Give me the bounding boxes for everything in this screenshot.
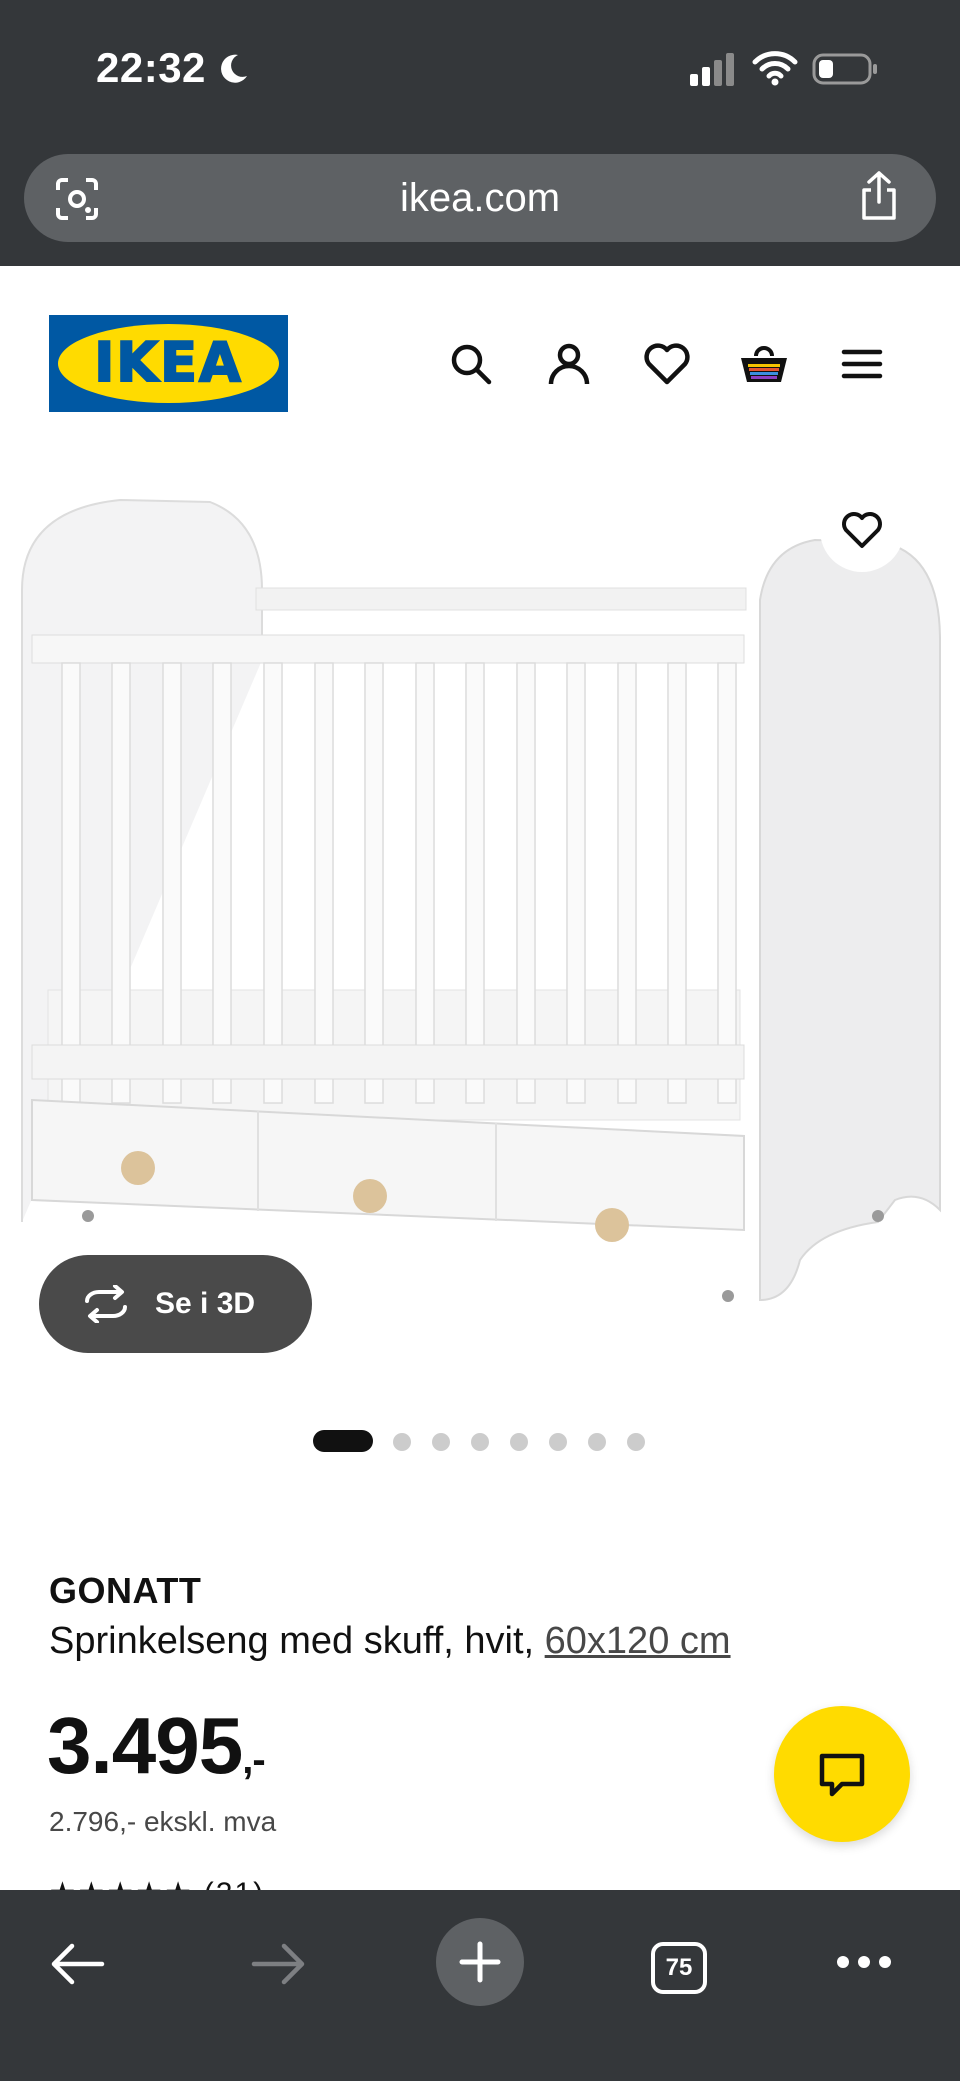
rotate-3d-icon xyxy=(85,1285,127,1323)
carousel-dot[interactable] xyxy=(588,1433,606,1451)
carousel-dot[interactable] xyxy=(627,1433,645,1451)
view-3d-button[interactable]: Se i 3D xyxy=(39,1255,312,1353)
product-image[interactable] xyxy=(0,430,960,1330)
menu-icon[interactable] xyxy=(836,338,888,390)
product-size-link[interactable]: 60x120 cm xyxy=(545,1620,731,1662)
tab-switcher-button[interactable]: 75 xyxy=(651,1942,707,1994)
more-icon[interactable] xyxy=(835,1952,893,1972)
page: 22:32 ikea.com IKEA Se i 3D GONATT Sprin… xyxy=(0,0,960,2081)
logo-text: IKEA xyxy=(93,331,243,395)
url-bar[interactable]: ikea.com xyxy=(24,154,936,242)
status-time: 22:32 xyxy=(96,44,206,91)
back-arrow-icon[interactable] xyxy=(48,1942,106,1986)
battery-icon xyxy=(812,53,877,85)
carousel-dot[interactable] xyxy=(313,1430,373,1452)
product-description-text: Sprinkelseng med skuff, hvit, xyxy=(49,1620,545,1662)
plus-icon xyxy=(459,1941,501,1983)
signal-icon xyxy=(690,53,734,86)
search-icon[interactable] xyxy=(445,338,497,390)
carousel-dot[interactable] xyxy=(393,1433,411,1451)
product-description: Sprinkelseng med skuff, hvit, 60x120 cm xyxy=(49,1620,731,1663)
url-text[interactable]: ikea.com xyxy=(24,176,936,221)
wifi-icon xyxy=(752,51,798,86)
price-ex-vat: 2.796,- ekskl. mva xyxy=(49,1806,277,1837)
share-icon[interactable] xyxy=(856,170,902,222)
price-decimal: ,- xyxy=(242,1738,265,1782)
moon-icon xyxy=(221,54,247,83)
forward-arrow-icon[interactable] xyxy=(250,1942,308,1986)
favorite-button[interactable] xyxy=(820,488,904,572)
browser-bottom-toolbar: 75 xyxy=(0,1890,960,2081)
carousel-dot[interactable] xyxy=(510,1433,528,1451)
view-3d-label: Se i 3D xyxy=(155,1287,256,1320)
heart-icon[interactable] xyxy=(641,338,693,390)
product-price: 3.495,- xyxy=(47,1700,266,1792)
cart-icon[interactable] xyxy=(738,338,790,390)
price-integer: 3.495 xyxy=(47,1701,243,1790)
product-name: GONATT xyxy=(49,1570,202,1611)
ikea-logo[interactable]: IKEA xyxy=(49,315,288,412)
heart-icon xyxy=(842,512,882,548)
carousel-dot[interactable] xyxy=(549,1433,567,1451)
carousel-dot[interactable] xyxy=(432,1433,450,1451)
chat-icon xyxy=(819,1753,865,1797)
new-tab-button[interactable] xyxy=(436,1918,524,2006)
chat-button[interactable] xyxy=(774,1706,910,1842)
carousel-dot[interactable] xyxy=(471,1433,489,1451)
account-icon[interactable] xyxy=(543,338,595,390)
browser-top-chrome: 22:32 ikea.com xyxy=(0,0,960,266)
